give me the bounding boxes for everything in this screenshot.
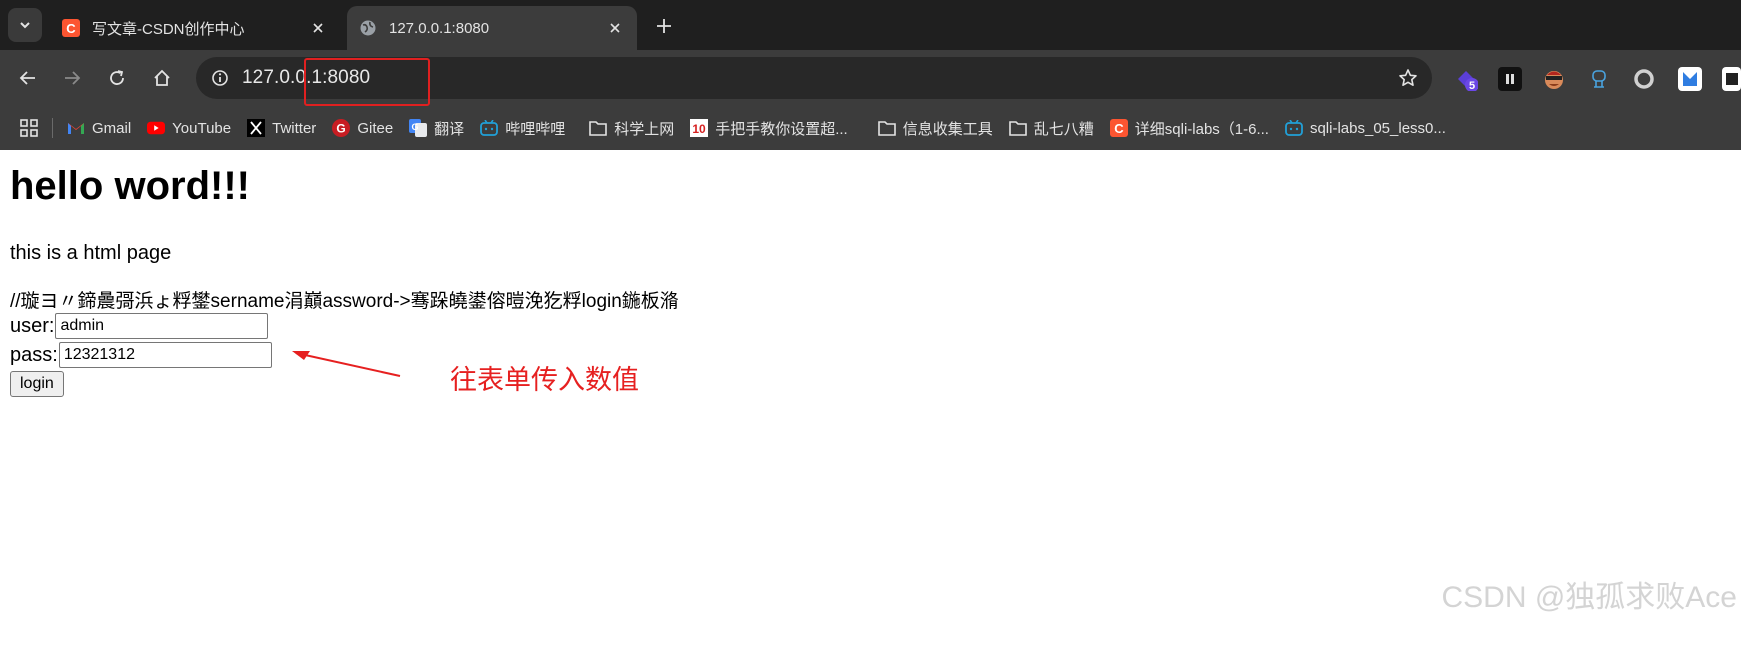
tab-localhost[interactable]: 127.0.0.1:8080 xyxy=(347,6,637,50)
svg-text:G: G xyxy=(337,122,346,136)
plus-icon xyxy=(657,19,671,33)
apps-grid-icon xyxy=(20,119,38,137)
bookmark-sqli-csdn[interactable]: C 详细sqli-labs（1-6... xyxy=(1102,113,1277,143)
folder-icon xyxy=(589,119,608,137)
annotation-arrow-icon xyxy=(292,351,401,377)
page-icon: 10 xyxy=(690,119,709,137)
browser-toolbar: 127.0.0.1:8080 5 xyxy=(0,50,1741,106)
bilibili-icon xyxy=(1285,119,1303,137)
bookmark-sqli-bilibili[interactable]: sqli-labs_05_less0... xyxy=(1277,113,1454,143)
csdn-icon: C xyxy=(1109,119,1128,137)
bookmark-bilibili[interactable]: 哔哩哔哩 xyxy=(472,113,573,143)
bookmark-label: Gmail xyxy=(92,119,132,137)
arrow-left-icon xyxy=(19,71,35,85)
chevron-down-icon xyxy=(20,22,30,29)
bookmark-label: sqli-labs_05_less0... xyxy=(1309,119,1446,137)
extension-robot-icon[interactable] xyxy=(1587,67,1611,91)
tab-title: 127.0.0.1:8080 xyxy=(389,19,490,37)
bookmark-label: 乱七八糟 xyxy=(1033,120,1094,138)
bookmark-label: 信息收集工具 xyxy=(902,120,993,138)
folder-icon xyxy=(1008,119,1027,137)
bookmark-youtube[interactable]: YouTube xyxy=(139,113,239,143)
close-icon[interactable] xyxy=(306,16,330,40)
x-icon xyxy=(247,119,266,137)
garbled-comment: //璇ヨ〃鍗曟彁浜ょ粰鐢sername涓巔assword->骞跺皢鍙傛暟浼犵粰l… xyxy=(10,291,679,312)
gitee-icon: G xyxy=(332,119,351,137)
bookmark-folder-kexue[interactable]: 科学上网 xyxy=(581,113,682,143)
bookmark-translate[interactable]: G 翻译 xyxy=(401,113,472,143)
tab-strip: C 写文章-CSDN创作中心 127.0.0.1:8080 xyxy=(0,0,1741,50)
svg-text:C: C xyxy=(1114,121,1124,136)
forward-button[interactable] xyxy=(58,64,86,92)
svg-text:C: C xyxy=(66,21,76,36)
pass-input[interactable] xyxy=(58,342,272,368)
globe-icon xyxy=(360,20,376,36)
user-row: user: xyxy=(10,313,269,339)
tab-search-button[interactable] xyxy=(8,8,42,42)
site-info-icon[interactable] xyxy=(208,66,232,90)
bookmark-twitter[interactable]: Twitter xyxy=(239,113,324,143)
bilibili-icon xyxy=(480,119,499,137)
extension-hacker-icon[interactable] xyxy=(1542,67,1566,91)
bookmark-label: 翻译 xyxy=(434,120,465,138)
port-highlight-box xyxy=(304,58,430,106)
home-button[interactable] xyxy=(148,64,176,92)
pass-row: pass: xyxy=(10,342,272,368)
svg-text:G: G xyxy=(412,122,419,132)
svg-text:10: 10 xyxy=(693,122,707,136)
bookmark-label: Gitee xyxy=(357,119,394,137)
bookmark-label: YouTube xyxy=(172,119,232,137)
bookmark-folder-info[interactable]: 信息收集工具 xyxy=(870,113,1001,143)
youtube-icon xyxy=(147,119,166,137)
back-button[interactable] xyxy=(14,64,42,92)
arrow-right-icon xyxy=(65,71,81,85)
tab-csdn[interactable]: C 写文章-CSDN创作中心 xyxy=(50,6,340,50)
login-button[interactable]: login xyxy=(10,371,64,397)
csdn-watermark: CSDN @独孤求败Ace xyxy=(1441,581,1738,614)
extension-puzzle-icon[interactable] xyxy=(1722,67,1741,91)
pass-label: pass: xyxy=(10,343,58,366)
gmail-icon xyxy=(67,119,85,137)
extension-badge-icon[interactable]: 5 xyxy=(1454,67,1478,91)
bookmark-gmail[interactable]: Gmail xyxy=(59,113,139,143)
user-input[interactable] xyxy=(55,313,269,339)
bookmark-label: 手把手教你设置超... xyxy=(715,120,848,138)
page-paragraph: this is a html page xyxy=(10,242,172,264)
annotation-text: 往表单传入数值 xyxy=(450,365,639,395)
user-label: user: xyxy=(10,314,55,337)
bookmark-label: 科学上网 xyxy=(614,120,675,138)
extension-badge-count: 5 xyxy=(1469,80,1475,91)
new-tab-button[interactable] xyxy=(650,12,678,40)
bookmark-folder-misc[interactable]: 乱七八糟 xyxy=(1001,113,1102,143)
bookmark-label: 详细sqli-labs（1-6... xyxy=(1134,120,1269,138)
bookmarks-bar: Gmail YouTube Twitter G Gitee G 翻译 哔哩哔哩 … xyxy=(0,106,1741,150)
translate-icon: G xyxy=(409,119,428,137)
bookmark-star-icon[interactable] xyxy=(1396,66,1420,90)
reload-button[interactable] xyxy=(103,64,131,92)
bookmark-label: Twitter xyxy=(272,119,317,137)
page-heading: hello word!!! xyxy=(10,164,250,208)
close-icon[interactable] xyxy=(603,16,627,40)
bookmarks-separator xyxy=(52,118,53,138)
reload-icon xyxy=(110,70,124,85)
apps-button[interactable] xyxy=(0,113,46,143)
home-icon xyxy=(154,69,170,86)
extension-bookmark-icon[interactable] xyxy=(1678,67,1702,91)
page-content: hello word!!! this is a html page //璇ヨ〃鍗… xyxy=(0,150,1741,660)
extension-reader-icon[interactable] xyxy=(1498,67,1522,91)
bookmark-label: 哔哩哔哩 xyxy=(505,120,566,138)
tab-title: 写文章-CSDN创作中心 xyxy=(92,20,245,38)
extension-circle-icon[interactable] xyxy=(1632,67,1656,91)
folder-icon xyxy=(877,119,896,137)
bookmark-guide[interactable]: 10 手把手教你设置超... xyxy=(682,113,856,143)
csdn-icon: C xyxy=(62,19,80,37)
bookmark-gitee[interactable]: G Gitee xyxy=(324,113,401,143)
